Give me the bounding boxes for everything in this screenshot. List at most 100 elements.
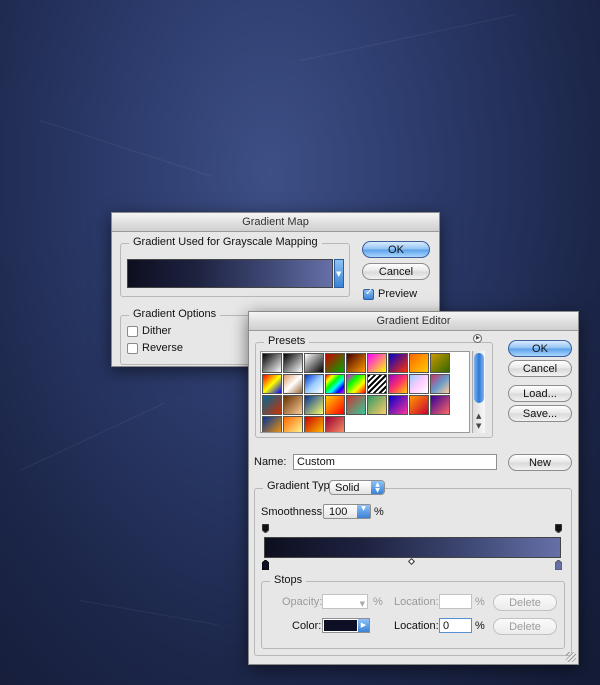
preset-swatch[interactable] — [325, 374, 345, 394]
preset-swatch[interactable] — [325, 395, 345, 415]
smoothness-value: 100 — [329, 506, 348, 518]
preset-swatch[interactable] — [388, 353, 408, 373]
chevron-down-icon: ▼ — [359, 600, 365, 608]
preset-swatch[interactable] — [304, 374, 324, 394]
preset-swatch[interactable] — [325, 353, 345, 373]
gradient-editor-title: Gradient Editor — [249, 312, 578, 331]
opacity-location-percent: % — [475, 596, 485, 608]
name-label: Name: — [254, 456, 287, 468]
preset-swatch[interactable] — [367, 374, 387, 394]
dither-checkbox[interactable] — [127, 326, 138, 337]
color-location-percent: % — [475, 620, 485, 632]
color-swatch-field[interactable]: ▶ — [322, 618, 370, 633]
dither-label: Dither — [142, 325, 172, 337]
opacity-location-label: Location: — [394, 596, 439, 608]
scroll-up-icon[interactable]: ▲ — [476, 412, 481, 420]
preset-swatch[interactable] — [304, 395, 324, 415]
gradient-preview-bar[interactable] — [127, 259, 333, 288]
editor-ok-button[interactable]: OK — [508, 340, 572, 357]
preset-swatch[interactable] — [283, 353, 303, 373]
presets-scroll-thumb[interactable] — [474, 353, 484, 403]
color-stop-left[interactable] — [262, 560, 269, 570]
preset-swatch[interactable] — [346, 353, 366, 373]
name-input[interactable]: Custom — [293, 454, 497, 470]
scroll-down-icon[interactable]: ▼ — [476, 422, 481, 430]
opacity-input[interactable]: ▼ — [322, 594, 368, 609]
preview-label: Preview — [378, 288, 418, 300]
preset-swatch[interactable] — [409, 374, 429, 394]
preset-swatch[interactable] — [430, 374, 450, 394]
preset-swatch[interactable] — [304, 416, 324, 432]
save-button[interactable]: Save... — [508, 405, 572, 422]
smoothness-field[interactable]: 100 ▼ — [323, 504, 371, 519]
gradient-map-cancel-button[interactable]: Cancel — [362, 263, 430, 280]
gradient-map-title: Gradient Map — [112, 213, 439, 232]
preview-checkbox[interactable] — [363, 287, 374, 300]
up-down-arrows-icon: ▲ ▼ — [371, 481, 384, 494]
load-button[interactable]: Load... — [508, 385, 572, 402]
preset-swatch[interactable] — [283, 374, 303, 394]
color-location-input[interactable]: 0 — [439, 618, 472, 633]
preset-swatch[interactable] — [367, 395, 387, 415]
new-button[interactable]: New — [508, 454, 572, 471]
opacity-stop-right[interactable] — [555, 524, 562, 533]
preset-swatch[interactable] — [304, 353, 324, 373]
preset-swatch[interactable] — [430, 395, 450, 415]
presets-scrollbar[interactable]: ▲ ▼ — [472, 351, 485, 433]
gradient-options-group: Gradient Options Dither Reverse — [120, 308, 261, 365]
color-swatch[interactable] — [324, 620, 357, 631]
gradient-type-popup[interactable]: Solid ▲ ▼ — [329, 480, 385, 495]
gradient-options-title: Gradient Options — [129, 308, 221, 320]
background-scratch — [39, 120, 212, 177]
opacity-location-input[interactable] — [439, 594, 472, 609]
preset-swatch[interactable] — [346, 374, 366, 394]
background-scratch — [299, 14, 516, 61]
reverse-label: Reverse — [142, 342, 183, 354]
chevron-down-icon: ▼ — [336, 270, 342, 278]
opacity-label: Opacity: — [282, 596, 323, 608]
stops-group: Stops — [261, 574, 565, 649]
smoothness-percent: % — [374, 506, 384, 518]
stops-title: Stops — [270, 574, 307, 586]
preset-swatch[interactable] — [262, 374, 282, 394]
preset-swatch[interactable] — [367, 353, 387, 373]
preset-swatch[interactable] — [262, 353, 282, 373]
presets-group: Presets ▲ ▼ — [255, 335, 493, 438]
delete-color-stop-button[interactable]: Delete — [493, 618, 557, 635]
delete-opacity-stop-button[interactable]: Delete — [493, 594, 557, 611]
smoothness-label: Smoothness: — [261, 506, 326, 518]
grayscale-mapping-title: Gradient Used for Grayscale Mapping — [129, 236, 322, 248]
gradient-dropdown-arrow[interactable]: ▼ — [334, 259, 344, 288]
preset-swatch[interactable] — [388, 374, 408, 394]
preset-swatch[interactable] — [283, 416, 303, 432]
resize-grip-icon[interactable] — [566, 652, 576, 662]
preset-swatch[interactable] — [262, 416, 282, 432]
preset-swatch[interactable] — [262, 395, 282, 415]
gradient-editor-dialog: Gradient Editor Presets ▲ ▼ ▶ OK Cancel … — [248, 311, 579, 665]
chevron-down-icon[interactable]: ▼ — [357, 505, 370, 518]
presets-swatch-grid — [260, 351, 470, 433]
preset-swatch[interactable] — [283, 395, 303, 415]
color-stop-right[interactable] — [555, 560, 562, 570]
preset-swatch[interactable] — [388, 395, 408, 415]
opacity-percent: % — [373, 596, 383, 608]
color-label: Color: — [292, 620, 322, 632]
chevron-right-icon[interactable]: ▶ — [358, 619, 369, 632]
color-location-label: Location: — [394, 620, 439, 632]
reverse-checkbox[interactable] — [127, 343, 138, 354]
editor-cancel-button[interactable]: Cancel — [508, 360, 572, 377]
circle-arrow-icon[interactable]: ▶ — [473, 334, 482, 343]
gradient-type-value: Solid — [335, 482, 360, 494]
preset-swatch[interactable] — [409, 353, 429, 373]
grayscale-mapping-group: Gradient Used for Grayscale Mapping ▼ — [120, 236, 350, 297]
gradient-map-ok-button[interactable]: OK — [362, 241, 430, 258]
gradient-editor-bar[interactable] — [264, 537, 561, 558]
preset-swatch[interactable] — [346, 395, 366, 415]
presets-title: Presets — [264, 335, 310, 347]
preset-swatch[interactable] — [325, 416, 345, 432]
opacity-stop-left[interactable] — [262, 524, 269, 533]
preset-swatch[interactable] — [430, 353, 450, 373]
background-scratch — [19, 402, 166, 471]
background-scratch — [79, 600, 218, 626]
preset-swatch[interactable] — [409, 395, 429, 415]
